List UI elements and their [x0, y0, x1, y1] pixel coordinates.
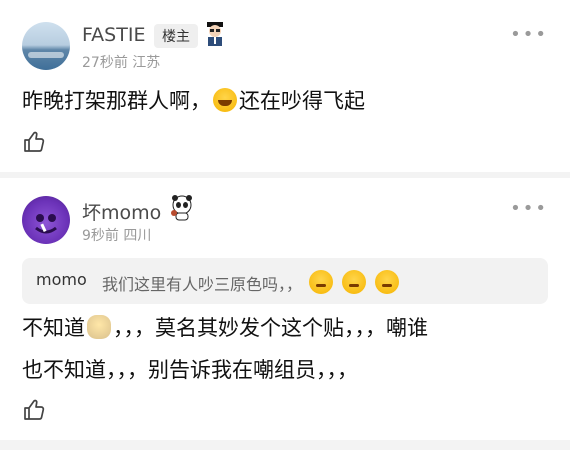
- thinking-face-emoji: [342, 270, 367, 294]
- op-badge: 楼主: [154, 24, 198, 48]
- more-dots-icon[interactable]: •••: [510, 24, 548, 45]
- avatar[interactable]: [22, 196, 70, 244]
- rolling-laughing-emoji: [213, 88, 237, 112]
- shrug-emoji: [87, 315, 111, 339]
- quote-author[interactable]: momo: [36, 270, 87, 289]
- avatar[interactable]: [22, 22, 70, 70]
- post-meta: 27秒前 江苏: [82, 55, 161, 71]
- more-dots-icon[interactable]: •••: [510, 198, 548, 219]
- purple-monster-icon: [35, 214, 57, 234]
- quoted-reply[interactable]: momo 我们这里有人吵三原色吗，，: [22, 258, 548, 304]
- username[interactable]: 坏momo: [82, 198, 161, 225]
- post-meta: 9秒前 四川: [82, 228, 152, 244]
- user-sticker-icon: [207, 22, 223, 46]
- panda-sticker-icon: [171, 195, 192, 221]
- comment-text: 昨晚打架那群人啊， 还在吵得飞起: [22, 88, 365, 113]
- thumbs-up-icon[interactable]: [22, 130, 46, 154]
- thinking-face-emoji: [375, 270, 400, 294]
- comment-card-1: FASTIE 楼主 27秒前 江苏 ••• 昨晚打架那群人啊， 还在吵得飞起: [0, 0, 570, 172]
- comment-text-line-1: 不知道 ，，，莫名其妙发个这个贴，，，嘲谁: [22, 315, 428, 340]
- comment-text-line-2: 也不知道，，，别告诉我在嘲组员，，，: [22, 358, 358, 382]
- thumbs-up-icon[interactable]: [22, 398, 46, 422]
- username[interactable]: FASTIE: [82, 24, 145, 46]
- separator: [0, 440, 570, 450]
- thinking-face-emoji: [309, 270, 334, 294]
- quote-text: 我们这里有人吵三原色吗，，: [102, 270, 401, 295]
